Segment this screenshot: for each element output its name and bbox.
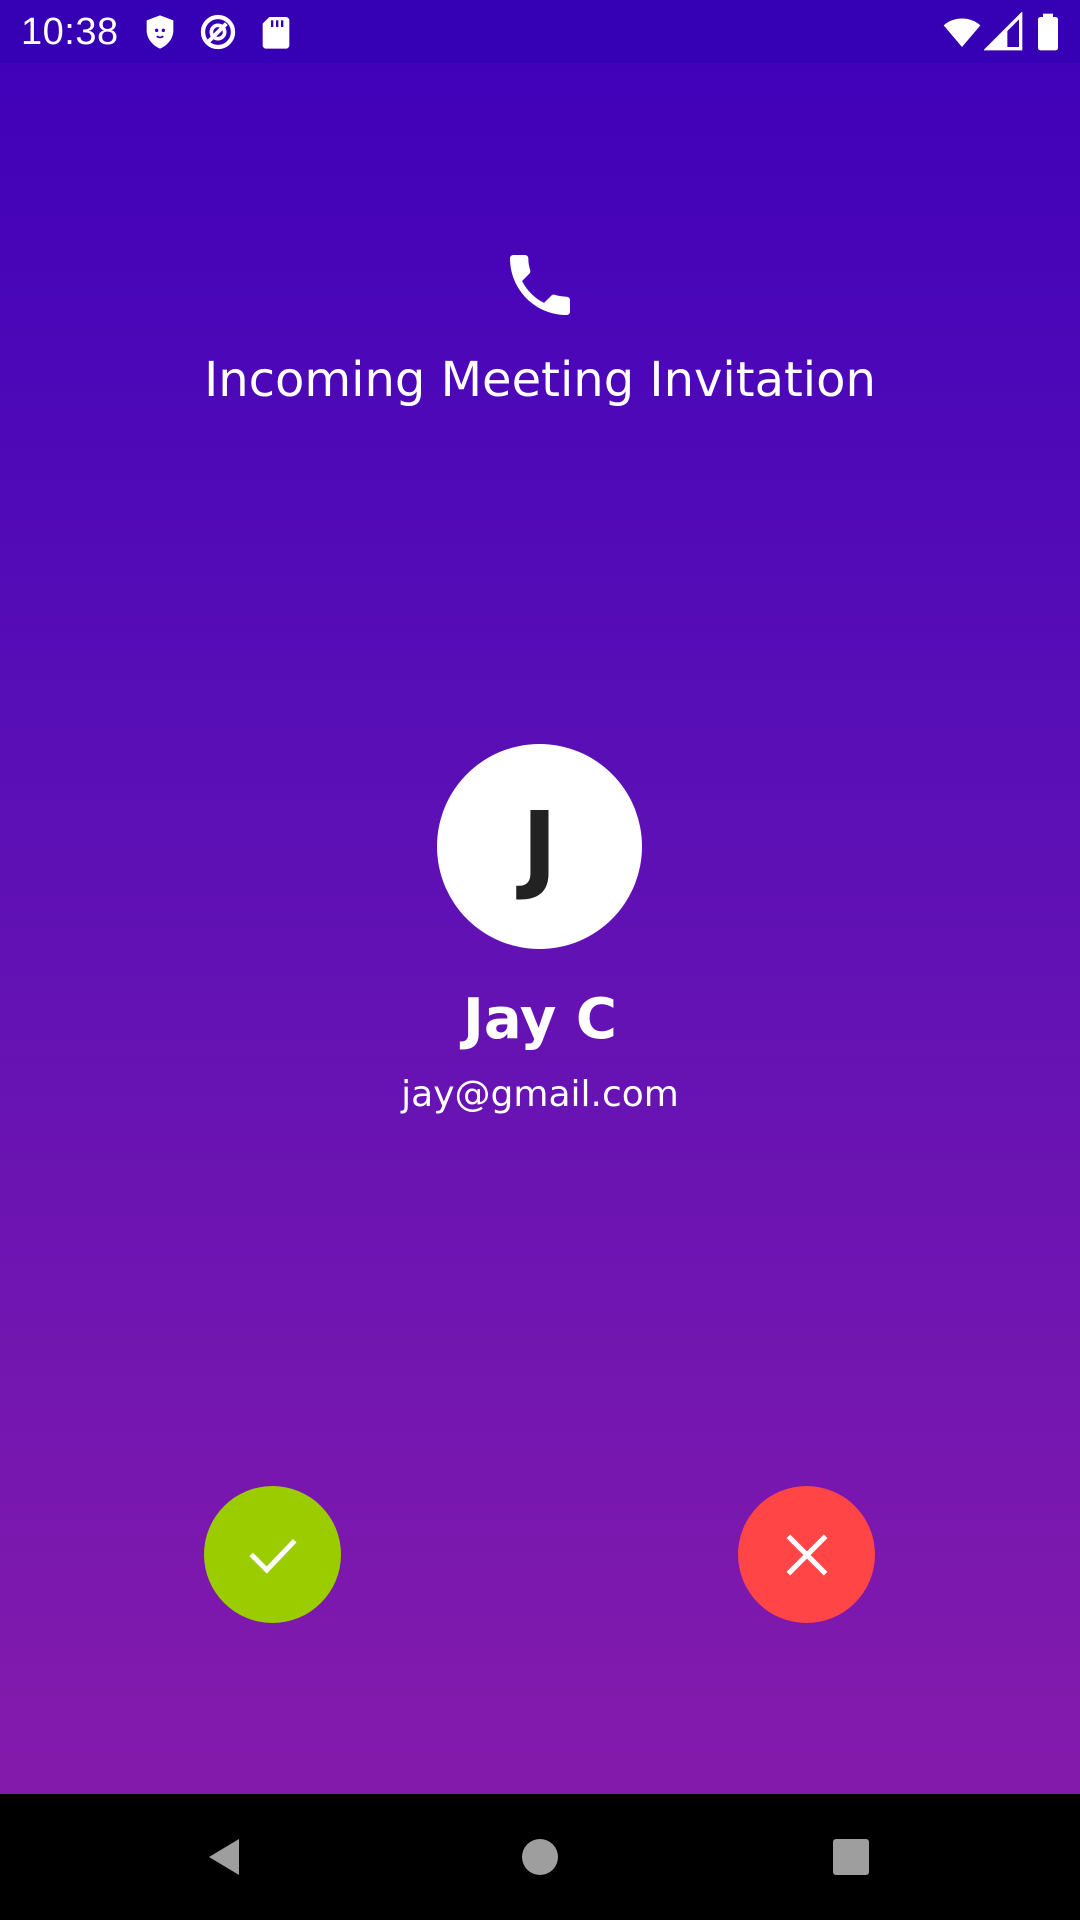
recents-button[interactable] — [816, 1822, 886, 1892]
avatar-initial: J — [521, 790, 558, 903]
navigation-bar — [0, 1794, 1080, 1920]
status-bar: 10:38 — [0, 0, 1080, 63]
check-icon — [248, 1538, 297, 1574]
recents-icon — [833, 1839, 869, 1875]
caller-email: jay@gmail.com — [401, 1074, 679, 1115]
sd-card-icon — [262, 17, 290, 49]
close-icon — [786, 1534, 827, 1575]
avatar: J — [437, 744, 642, 949]
status-time: 10:38 — [21, 11, 119, 53]
battery-icon — [1038, 13, 1058, 51]
wifi-icon — [943, 18, 981, 47]
phone-icon — [510, 255, 570, 315]
shield-icon — [146, 15, 174, 49]
back-button[interactable] — [190, 1822, 260, 1892]
incoming-call-screen: 10:38 Incoming Meeting Invitation J Jay … — [0, 0, 1080, 1920]
invitation-title: Incoming Meeting Invitation — [204, 352, 876, 408]
home-icon — [522, 1839, 558, 1875]
sync-circle-icon — [200, 14, 236, 50]
decline-button[interactable] — [738, 1486, 875, 1623]
back-icon — [209, 1839, 239, 1875]
home-button[interactable] — [505, 1822, 575, 1892]
caller-name: Jay C — [463, 987, 617, 1052]
accept-button[interactable] — [204, 1486, 341, 1623]
cell-signal-icon — [984, 12, 1023, 51]
